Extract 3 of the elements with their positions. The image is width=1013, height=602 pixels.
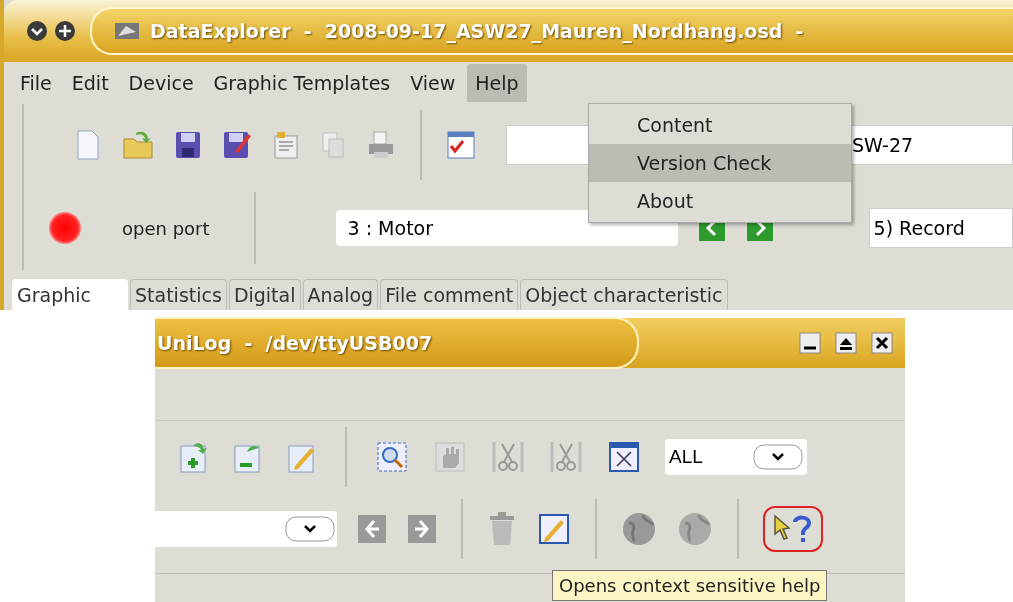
tooltip: Opens context sensitive help <box>552 570 828 601</box>
window-title: UniLog - /dev/ttyUSB007 <box>157 332 433 354</box>
window-title: DataExplorer - 2008-09-17_ASW27_Mauren_Nordhang.osd - <box>150 20 804 42</box>
